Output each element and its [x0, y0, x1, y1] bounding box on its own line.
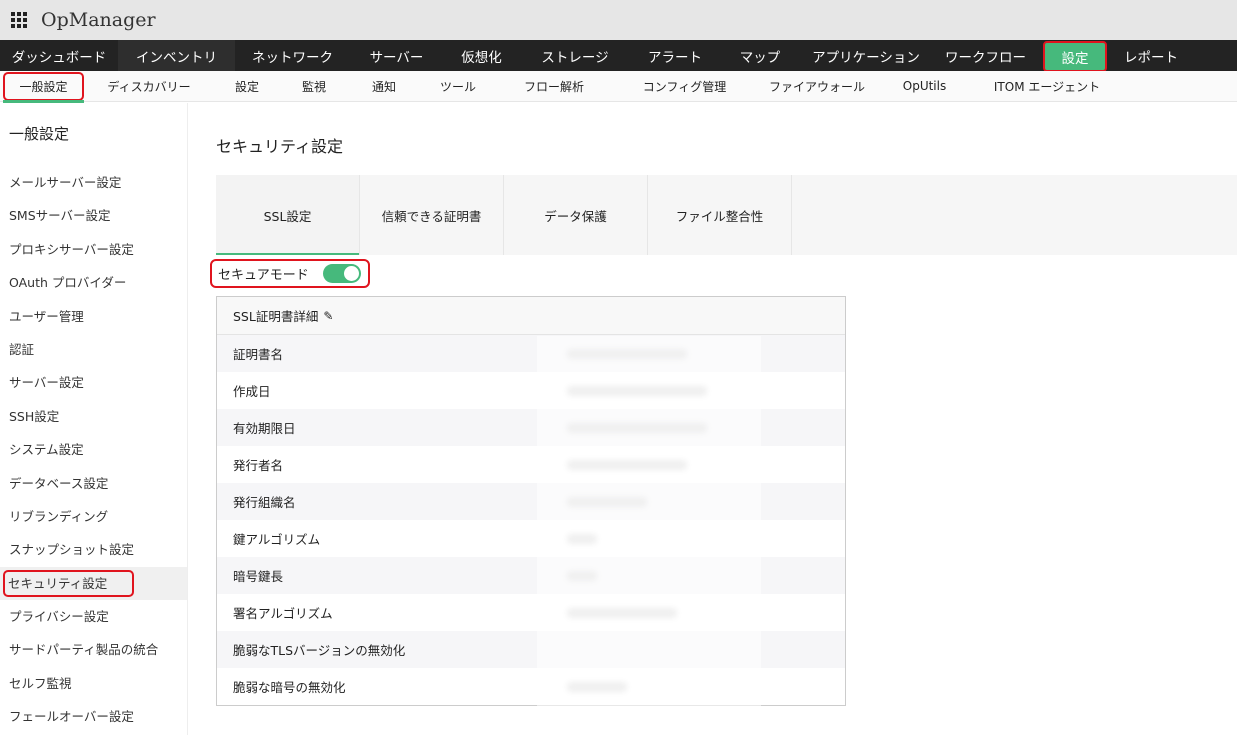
tab-data-protection[interactable]: データ保護 — [504, 175, 648, 255]
nav-inventory[interactable]: インベントリ — [118, 40, 235, 71]
subnav-discovery[interactable]: ディスカバリー — [84, 72, 214, 101]
subnav-monitoring[interactable]: 監視 — [280, 72, 348, 101]
card-title: SSL証明書詳細 — [233, 309, 319, 324]
edit-icon[interactable]: ✎ — [323, 309, 333, 323]
main-content: セキュリティ設定 SSL設定 信頼できる証明書 データ保護 ファイル整合性 セキ… — [210, 103, 1237, 706]
sidebar-item-label: 認証 — [9, 341, 35, 357]
sidebar-item-label: リブランディング — [9, 508, 109, 524]
nav-dashboard[interactable]: ダッシュボード — [0, 40, 118, 71]
tab-trusted-certificates[interactable]: 信頼できる証明書 — [360, 175, 504, 255]
sidebar-item-label: スナップショット設定 — [9, 542, 135, 558]
sidebar-item-label: SSH設定 — [9, 408, 60, 424]
sidebar-item[interactable]: データベース設定 — [0, 467, 187, 500]
nav-network[interactable]: ネットワーク — [235, 40, 350, 71]
sidebar-item[interactable]: プロキシサーバー設定 — [0, 233, 187, 266]
sidebar-item[interactable]: サードパーティ製品の統合 — [0, 633, 187, 666]
subnav-firewall[interactable]: ファイアウォール — [757, 72, 877, 101]
sidebar-item[interactable]: OAuth プロバイダー — [0, 266, 187, 299]
sidebar-item-label: OAuth プロバイダー — [9, 275, 127, 291]
subnav-itom-agent[interactable]: ITOM エージェント — [972, 72, 1122, 101]
nav-storage[interactable]: ストレージ — [520, 40, 630, 71]
detail-label: 鍵アルゴリズム — [233, 532, 321, 547]
nav-applications[interactable]: アプリケーション — [800, 40, 932, 71]
nav-workflow[interactable]: ワークフロー — [932, 40, 1039, 71]
sidebar-item-label: セルフ監視 — [9, 675, 72, 691]
sidebar-item[interactable]: スナップショット設定 — [0, 533, 187, 566]
sidebar-item[interactable]: システム設定 — [0, 433, 187, 466]
sidebar-item[interactable]: セキュリティ設定 — [0, 566, 187, 601]
nav-server[interactable]: サーバー — [350, 40, 443, 71]
detail-label: 証明書名 — [233, 347, 284, 362]
sidebar-item-label: SMSサーバー設定 — [9, 208, 111, 224]
detail-label: 暗号鍵長 — [233, 569, 284, 584]
subnav-flow-analysis[interactable]: フロー解析 — [496, 72, 612, 101]
sidebar-item[interactable]: サーバー設定 — [0, 366, 187, 399]
detail-label: 脆弱な暗号の無効化 — [233, 680, 346, 695]
subnav-tools[interactable]: ツール — [420, 72, 496, 101]
top-bar: OpManager — [0, 0, 1237, 40]
detail-label: 発行者名 — [233, 458, 284, 473]
tab-ssl-settings[interactable]: SSL設定 — [216, 175, 360, 255]
sidebar-item[interactable]: リブランディング — [0, 500, 187, 533]
sidebar: 一般設定 メールサーバー設定 SMSサーバー設定プロキシサーバー設定 OAuth プ… — [0, 103, 188, 735]
subnav-general-settings[interactable]: 一般設定 — [3, 71, 84, 103]
sidebar-item[interactable]: プライバシー設定 — [0, 600, 187, 633]
sidebar-item[interactable]: 認証 — [0, 333, 187, 366]
tab-file-integrity[interactable]: ファイル整合性 — [648, 175, 792, 255]
sidebar-item[interactable]: セルフ監視 — [0, 667, 187, 700]
detail-label: 署名アルゴリズム — [233, 606, 333, 621]
sidebar-item-label: プライバシー設定 — [9, 609, 109, 625]
sidebar-item-label: メールサーバー設定 — [9, 175, 122, 190]
tab-strip: SSL設定 信頼できる証明書 データ保護 ファイル整合性 — [216, 175, 1237, 255]
detail-label: 脆弱なTLSバージョンの無効化 — [233, 643, 406, 658]
sidebar-item-label: サーバー設定 — [9, 375, 84, 391]
page-title: セキュリティ設定 — [216, 137, 344, 156]
detail-label: 発行組織名 — [233, 495, 296, 510]
sidebar-title: 一般設定 — [9, 125, 70, 143]
nav-virtualization[interactable]: 仮想化 — [443, 40, 520, 71]
secure-mode-label: セキュアモード — [218, 268, 309, 283]
sidebar-item[interactable]: ユーザー管理 — [0, 300, 187, 333]
sidebar-item-label: データベース設定 — [9, 475, 109, 491]
sidebar-item-label: ユーザー管理 — [9, 308, 84, 324]
sidebar-item-label: プロキシサーバー設定 — [9, 241, 134, 257]
sidebar-item-label: フェールオーバー設定 — [9, 709, 134, 725]
nav-alarms[interactable]: アラート — [630, 40, 720, 71]
card-header: SSL証明書詳細 ✎ — [217, 297, 845, 335]
subnav-oputils[interactable]: OpUtils — [877, 72, 972, 101]
app-title: OpManager — [41, 9, 156, 31]
sidebar-item[interactable]: SMSサーバー設定 — [0, 199, 187, 232]
main-nav: ダッシュボード インベントリ ネットワーク サーバー 仮想化 ストレージ アラー… — [0, 40, 1237, 72]
redacted-values — [537, 336, 761, 706]
sidebar-item-label: セキュリティ設定 — [3, 569, 135, 597]
sidebar-item[interactable]: メールサーバー設定 — [0, 166, 187, 199]
sidebar-item[interactable]: フェールオーバー設定 — [0, 700, 187, 733]
sub-nav: 一般設定 ディスカバリー 設定 監視 通知 ツール フロー解析 コンフィグ管理 … — [0, 71, 1237, 103]
detail-label: 作成日 — [233, 384, 271, 399]
subnav-settings[interactable]: 設定 — [214, 72, 280, 101]
subnav-notifications[interactable]: 通知 — [348, 72, 420, 101]
nav-settings[interactable]: 設定 — [1043, 41, 1107, 72]
nav-reports[interactable]: レポート — [1111, 40, 1191, 71]
secure-mode-toggle[interactable] — [322, 264, 361, 283]
ssl-certificate-card: SSL証明書詳細 ✎ 証明書名作成日有効期限日発行者名発行組織名鍵アルゴリズム暗… — [216, 296, 846, 706]
subnav-config-management[interactable]: コンフィグ管理 — [612, 72, 757, 101]
sidebar-item-label: サードパーティ製品の統合 — [9, 642, 159, 658]
secure-mode-setting: セキュアモード — [210, 259, 370, 288]
detail-label: 有効期限日 — [233, 421, 296, 436]
nav-maps[interactable]: マップ — [720, 40, 800, 71]
app-grid-icon[interactable] — [11, 12, 27, 28]
sidebar-item[interactable]: SSH設定 — [0, 400, 187, 433]
sidebar-item-label: システム設定 — [9, 442, 84, 458]
